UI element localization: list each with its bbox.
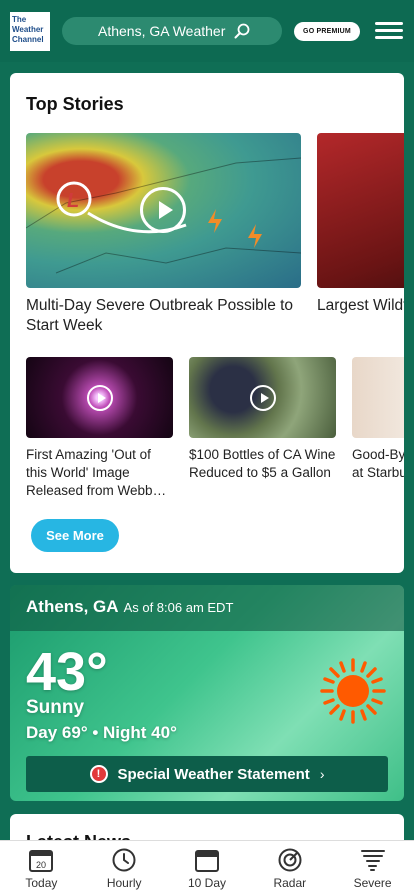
day-night-temperatures: Day 69° • Night 40°	[26, 723, 177, 742]
svg-text:L: L	[67, 190, 79, 212]
top-stories-heading: Top Stories	[26, 94, 124, 114]
nav-label: Severe	[353, 876, 392, 890]
current-conditions-card[interactable]: Athens, GA As of 8:06 am EDT 43° Sunny D…	[10, 585, 404, 801]
current-temperature: 43°	[26, 642, 108, 702]
hamburger-menu-icon[interactable]	[375, 22, 403, 40]
story-caption[interactable]: Good-Bye Plastic Cups at Starbucks	[352, 446, 404, 482]
story-thumbnail	[26, 357, 173, 438]
bottom-navigation: 20 Today Hourly 10 Day Radar Severe	[0, 840, 414, 896]
play-video-icon[interactable]	[250, 385, 276, 411]
logo-line-1: The	[12, 15, 27, 24]
secondary-story-2[interactable]: $100 Bottles of CA Wine Reduced to $5 a …	[189, 357, 336, 482]
story-thumbnail	[352, 357, 404, 438]
clock-icon	[112, 848, 136, 872]
current-conditions-header: Athens, GA As of 8:06 am EDT	[10, 585, 404, 631]
nav-hourly[interactable]: Hourly	[83, 841, 166, 896]
nav-label: 10 Day	[187, 876, 226, 890]
weather-alert-banner[interactable]: ! Special Weather Statement ›	[26, 756, 388, 792]
location-search[interactable]: Athens, GA Weather	[62, 17, 282, 45]
top-stories-card: Top Stories L Multi-Day Severe Outbreak …	[10, 73, 404, 573]
app-header: The Weather Channel Athens, GA Weather G…	[0, 0, 414, 62]
go-premium-button[interactable]: GO PREMIUM	[294, 22, 360, 41]
nav-severe[interactable]: Severe	[331, 841, 414, 896]
secondary-story-3[interactable]: Good-Bye Plastic Cups at Starbucks	[352, 357, 404, 482]
play-video-icon[interactable]	[87, 385, 113, 411]
nav-label: Radar	[273, 876, 307, 890]
today-date: 20	[36, 860, 46, 870]
weather-condition: Sunny	[26, 697, 85, 718]
featured-story-1[interactable]: L Multi-Day Severe Outbreak Possible to …	[26, 133, 301, 336]
play-video-icon[interactable]	[140, 187, 186, 233]
tornado-icon	[360, 850, 385, 871]
story-thumbnail: L	[26, 133, 301, 288]
story-caption[interactable]: $100 Bottles of CA Wine Reduced to $5 a …	[189, 446, 336, 482]
logo-line-2: Weather	[12, 25, 44, 34]
story-caption[interactable]: Largest Wildfire Continues to Grow	[317, 296, 404, 316]
calendar-today-icon: 20	[29, 850, 54, 872]
nav-label: Hourly	[106, 876, 142, 890]
search-icon	[234, 23, 250, 39]
featured-story-2[interactable]: Largest Wildfire Continues to Grow	[317, 133, 404, 316]
alert-label: Special Weather Statement	[117, 765, 310, 783]
city-name: Athens, GA	[26, 597, 119, 616]
location-search-label: Athens, GA Weather	[98, 23, 226, 39]
see-more-button[interactable]: See More	[31, 519, 119, 552]
nav-label: Today	[25, 876, 58, 890]
weather-channel-logo[interactable]: The Weather Channel	[10, 12, 50, 51]
nav-10-day[interactable]: 10 Day	[166, 841, 249, 896]
secondary-story-1[interactable]: First Amazing 'Out of this World' Image …	[26, 357, 173, 500]
story-caption[interactable]: Multi-Day Severe Outbreak Possible to St…	[26, 296, 301, 336]
radar-icon	[278, 848, 302, 872]
as-of-time: As of 8:06 am EDT	[123, 600, 234, 615]
calendar-icon	[194, 850, 219, 872]
chevron-right-icon: ›	[319, 766, 325, 782]
nav-today[interactable]: 20 Today	[0, 841, 83, 896]
nav-radar[interactable]: Radar	[248, 841, 331, 896]
story-thumbnail	[189, 357, 336, 438]
logo-line-3: Channel	[12, 35, 44, 44]
story-caption[interactable]: First Amazing 'Out of this World' Image …	[26, 446, 173, 500]
sun-icon	[320, 658, 386, 724]
warning-icon: !	[89, 765, 108, 783]
story-thumbnail	[317, 133, 404, 288]
